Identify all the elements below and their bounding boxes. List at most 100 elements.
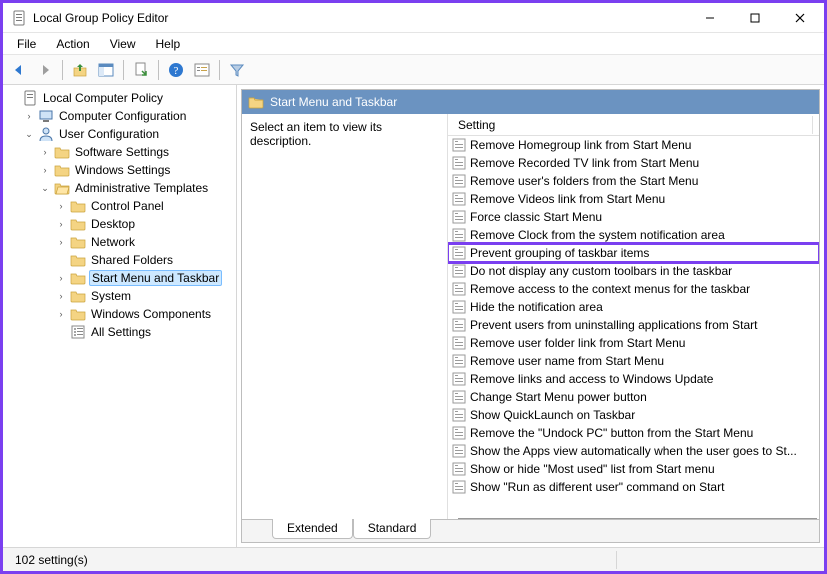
forward-icon[interactable] (33, 58, 57, 82)
setting-item[interactable]: Hide the notification area (448, 298, 819, 316)
menu-action[interactable]: Action (46, 35, 99, 53)
policy-setting-icon (452, 354, 466, 368)
policy-setting-icon (452, 156, 466, 170)
tree-item[interactable]: Shared Folders (53, 251, 236, 269)
policy-setting-icon (452, 444, 466, 458)
user-icon (38, 126, 54, 142)
chevron-down-icon[interactable]: ⌄ (23, 128, 35, 140)
tree-item-label: Administrative Templates (73, 181, 210, 195)
show-hide-tree-icon[interactable] (94, 58, 118, 82)
tab-extended[interactable]: Extended (272, 519, 353, 539)
tree-item-label: User Configuration (57, 127, 161, 141)
window-controls (687, 4, 822, 32)
tree-item[interactable]: ›Windows Settings (37, 161, 236, 179)
setting-item[interactable]: Remove user name from Start Menu (448, 352, 819, 370)
tree-item[interactable]: ›Software Settings (37, 143, 236, 161)
chevron-down-icon[interactable] (7, 92, 19, 104)
tree-item[interactable]: ›Computer Configuration (21, 107, 236, 125)
tree-item[interactable]: All Settings (53, 323, 236, 341)
setting-item-label: Show the Apps view automatically when th… (470, 444, 797, 458)
setting-item[interactable]: Prevent grouping of taskbar items (448, 244, 819, 262)
setting-item[interactable]: Show QuickLaunch on Taskbar (448, 406, 819, 424)
tree-item-label: Desktop (89, 217, 137, 231)
chevron-right-icon: › (39, 146, 51, 158)
navigation-tree-pane[interactable]: Local Computer Policy›Computer Configura… (3, 85, 237, 547)
setting-item-label: Remove the "Undock PC" button from the S… (470, 426, 753, 440)
setting-item-label: Remove user's folders from the Start Men… (470, 174, 698, 188)
setting-item-label: Change Start Menu power button (470, 390, 647, 404)
tree-item[interactable]: ›System (53, 287, 236, 305)
folder-icon (54, 144, 70, 160)
status-text: 102 setting(s) (7, 551, 617, 569)
setting-item-label: Force classic Start Menu (470, 210, 602, 224)
setting-item-label: Remove user folder link from Start Menu (470, 336, 685, 350)
folder-open-icon (248, 94, 264, 110)
up-icon[interactable] (68, 58, 92, 82)
app-icon (11, 10, 27, 26)
folder-icon (54, 162, 70, 178)
setting-item[interactable]: Remove user's folders from the Start Men… (448, 172, 819, 190)
list-scroll-indicator (458, 518, 817, 519)
tree-item-label: Shared Folders (89, 253, 175, 267)
menu-help[interactable]: Help (146, 35, 191, 53)
setting-item[interactable]: Remove Videos link from Start Menu (448, 190, 819, 208)
policy-setting-icon (452, 174, 466, 188)
setting-item-label: Show QuickLaunch on Taskbar (470, 408, 635, 422)
tree-item[interactable]: ›Start Menu and Taskbar (53, 269, 236, 287)
tree-item[interactable]: ›Windows Components (53, 305, 236, 323)
setting-item[interactable]: Remove user folder link from Start Menu (448, 334, 819, 352)
tree-item[interactable]: ›Desktop (53, 215, 236, 233)
toolbar-separator (219, 60, 220, 80)
tree-item-label: Computer Configuration (57, 109, 188, 123)
setting-item[interactable]: Prevent users from uninstalling applicat… (448, 316, 819, 334)
export-list-icon[interactable] (129, 58, 153, 82)
tree-item-label: Windows Settings (73, 163, 172, 177)
tree-item-label: Windows Components (89, 307, 213, 321)
setting-item[interactable]: Remove Clock from the system notificatio… (448, 226, 819, 244)
setting-item[interactable]: Show "Run as different user" command on … (448, 478, 819, 496)
folder-icon (70, 198, 86, 214)
chevron-right-icon: › (55, 200, 67, 212)
tree-item[interactable]: ⌄ User Configuration (21, 125, 236, 143)
tab-standard[interactable]: Standard (353, 519, 432, 539)
status-spacer (617, 551, 820, 569)
back-icon[interactable] (7, 58, 31, 82)
properties-icon[interactable] (190, 58, 214, 82)
setting-item[interactable]: Change Start Menu power button (448, 388, 819, 406)
window-title: Local Group Policy Editor (33, 11, 687, 25)
tree-item-label: Local Computer Policy (41, 91, 165, 105)
filter-icon[interactable] (225, 58, 249, 82)
setting-item-label: Do not display any custom toolbars in th… (470, 264, 732, 278)
setting-item[interactable]: Remove the "Undock PC" button from the S… (448, 424, 819, 442)
policy-setting-icon (452, 300, 466, 314)
setting-item[interactable]: Show the Apps view automatically when th… (448, 442, 819, 460)
settings-list-header[interactable]: Setting (448, 114, 819, 136)
menu-view[interactable]: View (100, 35, 146, 53)
setting-item[interactable]: Do not display any custom toolbars in th… (448, 262, 819, 280)
tree-item[interactable]: ›Control Panel (53, 197, 236, 215)
setting-item[interactable]: Remove access to the context menus for t… (448, 280, 819, 298)
maximize-button[interactable] (732, 4, 777, 32)
setting-item[interactable]: Remove links and access to Windows Updat… (448, 370, 819, 388)
toolbar-separator (158, 60, 159, 80)
setting-item[interactable]: Force classic Start Menu (448, 208, 819, 226)
tree-item[interactable]: ⌄ Administrative Templates (37, 179, 236, 197)
setting-item[interactable]: Remove Homegroup link from Start Menu (448, 136, 819, 154)
setting-item[interactable]: Show or hide "Most used" list from Start… (448, 460, 819, 478)
setting-item-label: Remove user name from Start Menu (470, 354, 664, 368)
tree-item-label: Network (89, 235, 137, 249)
settings-list[interactable]: Remove Homegroup link from Start MenuRem… (448, 136, 819, 518)
content-header-label: Start Menu and Taskbar (270, 95, 397, 109)
minimize-button[interactable] (687, 4, 732, 32)
help-icon[interactable]: ? (164, 58, 188, 82)
column-header-setting[interactable]: Setting (454, 116, 813, 134)
menu-file[interactable]: File (7, 35, 46, 53)
setting-item[interactable]: Remove Recorded TV link from Start Menu (448, 154, 819, 172)
chevron-down-icon[interactable]: ⌄ (39, 182, 51, 194)
folder-icon (70, 270, 86, 286)
close-button[interactable] (777, 4, 822, 32)
setting-item-label: Show "Run as different user" command on … (470, 480, 724, 494)
tree-item[interactable]: Local Computer Policy (5, 89, 236, 107)
tree-item[interactable]: ›Network (53, 233, 236, 251)
tree-item-label: All Settings (89, 325, 153, 339)
